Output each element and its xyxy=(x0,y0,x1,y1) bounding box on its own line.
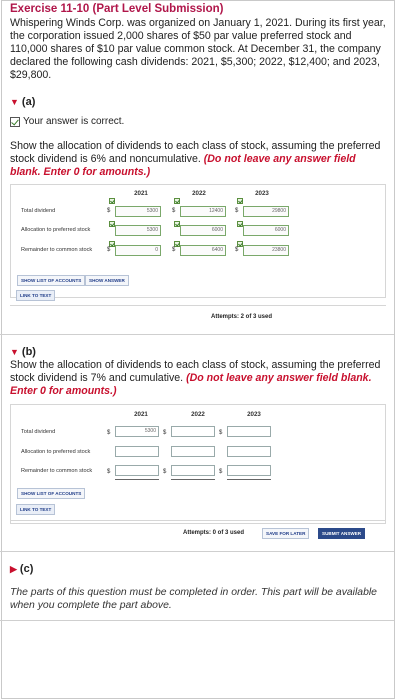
total-dividend-2022-input[interactable] xyxy=(171,426,215,437)
part-a-label: (a) xyxy=(21,96,36,108)
show-answer-button[interactable]: SHOW ANSWER xyxy=(85,275,129,286)
checkmark-icon xyxy=(10,116,20,127)
part-b-header[interactable]: ▼ (b) xyxy=(10,346,36,358)
correct-icon xyxy=(237,198,243,204)
link-to-text-button[interactable]: LINK TO TEXT xyxy=(16,290,56,301)
row-label: Remainder to common stock xyxy=(21,468,93,474)
total-dividend-2023-input[interactable] xyxy=(227,426,271,437)
total-dividend-2022-input[interactable]: 12400 xyxy=(180,206,226,217)
collapse-triangle-icon: ▼ xyxy=(10,97,19,107)
show-list-of-accounts-button[interactable]: SHOW LIST OF ACCOUNTS xyxy=(17,488,86,499)
year-header: 2021 xyxy=(134,411,148,418)
section-divider xyxy=(0,334,394,335)
dollar-sign: $ xyxy=(172,247,176,253)
dollar-sign: $ xyxy=(235,208,239,214)
dollar-sign: $ xyxy=(107,430,111,436)
common-2021-input[interactable] xyxy=(115,465,159,476)
correct-text: Your answer is correct. xyxy=(23,116,125,127)
submit-answer-button[interactable]: SUBMIT ANSWER xyxy=(318,528,366,539)
total-dividend-2021-input[interactable]: 5300 xyxy=(115,426,159,437)
total-underline xyxy=(115,479,159,480)
dollar-sign: $ xyxy=(107,208,111,214)
correct-icon xyxy=(109,198,115,204)
row-label: Allocation to preferred stock xyxy=(21,449,91,455)
correct-icon xyxy=(174,198,180,204)
year-header: 2021 xyxy=(134,190,148,197)
row-label: Allocation to preferred stock xyxy=(21,227,91,233)
year-header: 2022 xyxy=(191,411,205,418)
preferred-2022-input[interactable] xyxy=(171,446,215,457)
section-divider xyxy=(0,551,394,552)
year-header: 2023 xyxy=(247,411,261,418)
save-for-later-button[interactable]: SAVE FOR LATER xyxy=(262,528,310,539)
dollar-sign: $ xyxy=(107,247,111,253)
divider xyxy=(10,305,386,306)
common-2023-input[interactable]: 23800 xyxy=(243,245,289,256)
row-label: Total dividend xyxy=(21,208,56,214)
preferred-2021-input[interactable]: 5300 xyxy=(115,225,161,236)
row-label: Total dividend xyxy=(21,429,56,435)
common-2022-input[interactable]: 6400 xyxy=(180,245,226,256)
section-divider xyxy=(0,620,394,621)
year-header: 2023 xyxy=(255,190,269,197)
part-c-note: The parts of this question must be compl… xyxy=(10,587,377,611)
dollar-sign: $ xyxy=(219,430,223,436)
dollar-sign: $ xyxy=(219,469,223,475)
preferred-2023-input[interactable]: 6000 xyxy=(243,225,289,236)
divider xyxy=(10,520,386,521)
part-c-label: (c) xyxy=(19,563,34,575)
common-2023-input[interactable] xyxy=(227,465,271,476)
dollar-sign: $ xyxy=(163,469,167,475)
total-underline xyxy=(227,479,271,480)
expand-triangle-icon: ▶ xyxy=(10,564,17,574)
preferred-2023-input[interactable] xyxy=(227,446,271,457)
part-b-instruction: Show the allocation of dividends to each… xyxy=(10,359,386,398)
preferred-2021-input[interactable] xyxy=(115,446,159,457)
correct-banner: Your answer is correct. xyxy=(10,114,386,129)
part-b-answer-box: 2021 2022 2023 Total dividend $ $ $ 5300… xyxy=(10,404,386,524)
dollar-sign: $ xyxy=(107,469,111,475)
common-2021-input[interactable]: 0 xyxy=(115,245,161,256)
exercise-title: Exercise 11-10 (Part Level Submission) xyxy=(10,3,224,15)
collapse-triangle-icon: ▼ xyxy=(10,347,19,357)
part-a-attempts: Attempts: 2 of 3 used xyxy=(211,314,273,320)
part-a-instruction: Show the allocation of dividends to each… xyxy=(10,140,386,179)
part-c-header[interactable]: ▶ (c) xyxy=(10,563,33,575)
total-dividend-2021-input[interactable]: 5300 xyxy=(115,206,161,217)
total-underline xyxy=(171,479,215,480)
link-to-text-button[interactable]: LINK TO TEXT xyxy=(16,504,56,515)
year-header: 2022 xyxy=(192,190,206,197)
dollar-sign: $ xyxy=(172,208,176,214)
part-a-header[interactable]: ▼ (a) xyxy=(10,96,35,108)
show-list-of-accounts-button[interactable]: SHOW LIST OF ACCOUNTS xyxy=(17,275,86,286)
problem-text: Whispering Winds Corp. was organized on … xyxy=(10,17,386,81)
preferred-2022-input[interactable]: 6000 xyxy=(180,225,226,236)
dollar-sign: $ xyxy=(163,430,167,436)
total-dividend-2023-input[interactable]: 29800 xyxy=(243,206,289,217)
dollar-sign: $ xyxy=(235,247,239,253)
row-label: Remainder to common stock xyxy=(21,247,93,253)
part-b-attempts: Attempts: 0 of 3 used xyxy=(183,530,245,536)
common-2022-input[interactable] xyxy=(171,465,215,476)
part-a-answer-box: 2021 2022 2023 Total dividend $ $ $ 5300… xyxy=(10,184,386,298)
part-b-label: (b) xyxy=(21,346,36,358)
